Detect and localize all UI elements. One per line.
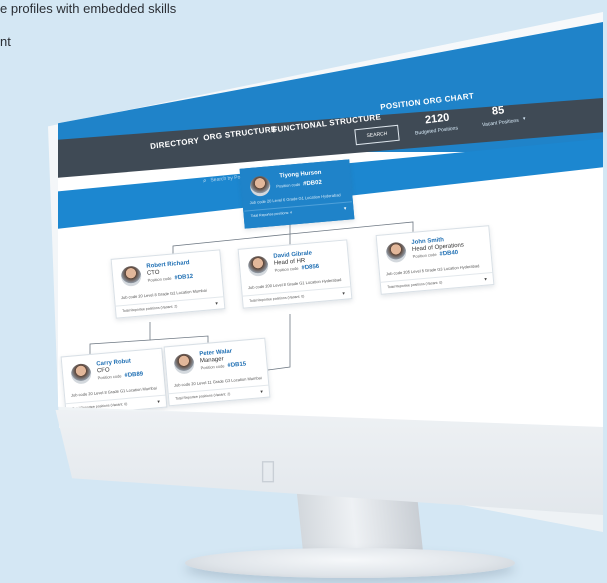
card-name: Robert Richard	[146, 260, 190, 270]
chevron-down-icon[interactable]: ▾	[260, 389, 263, 395]
card-title: CTO	[146, 269, 160, 277]
caption-line-2: nt	[0, 34, 11, 49]
chevron-down-icon[interactable]: ▾	[342, 291, 345, 297]
avatar	[120, 265, 143, 288]
org-card-john-smith[interactable]: John Smith Head of Operations Position c…	[375, 225, 495, 295]
org-card-peter-walar[interactable]: Peter Walar Manager Position code #DB15 J…	[163, 337, 271, 407]
card-name: Tiyong Hurson	[279, 169, 322, 180]
avatar	[247, 255, 270, 278]
chevron-down-icon[interactable]: ▾	[484, 277, 487, 283]
card-name: Carry Robut	[96, 358, 132, 368]
avatar	[249, 175, 272, 198]
monitor-stand-base	[185, 548, 515, 578]
avatar	[385, 241, 408, 264]
apple-logo-icon: 	[258, 458, 278, 482]
org-card-carry-robut[interactable]: Carry Robut CFO Position code #DB89 Job c…	[60, 347, 168, 417]
chevron-down-icon[interactable]: ▾	[344, 206, 347, 212]
avatar	[173, 352, 195, 375]
org-card-root[interactable]: Tiyong Hurson Position code #DB02 Job cod…	[239, 159, 355, 229]
caption-line-1: e profiles with embedded skills	[0, 1, 177, 16]
card-position-code: Position code #DB02	[276, 179, 323, 189]
card-title: CFO	[96, 367, 110, 375]
screen: DIRECTORY ORG STRUCTURE FUNCTIONAL STRUC…	[58, 22, 603, 427]
card-footer: Total Reportee positions: 4 ▾	[244, 201, 353, 222]
org-card-david-gibrale[interactable]: David Gibrale Head of HR Position code #D…	[237, 239, 353, 309]
org-card-robert-richard[interactable]: Robert Richard CTO Position code #DB12 Jo…	[110, 249, 226, 319]
chevron-down-icon[interactable]: ▾	[157, 399, 160, 405]
chevron-down-icon[interactable]: ▾	[215, 301, 218, 307]
avatar	[70, 362, 92, 385]
